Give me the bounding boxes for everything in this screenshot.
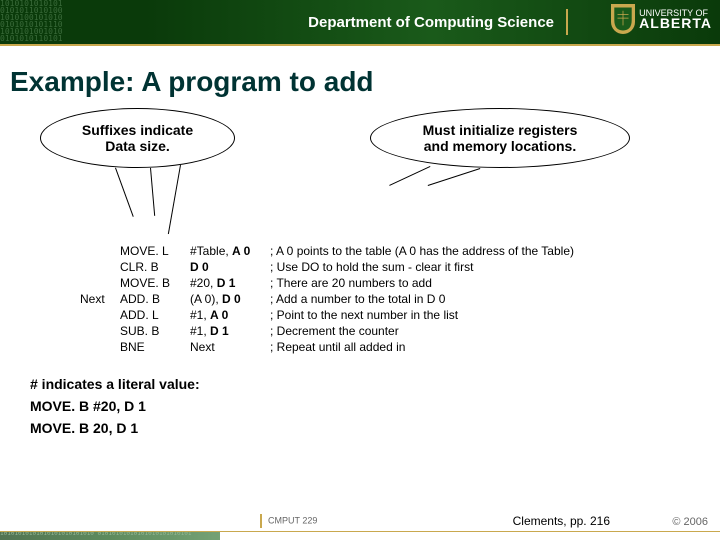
footer-citation: Clements, pp. 216 (513, 514, 610, 528)
code-row: MOVE. L#Table, A 0 ; A 0 points to the t… (80, 243, 580, 259)
slide-title: Example: A program to add (0, 46, 720, 108)
code-row: BNENext; Repeat until all added in (80, 339, 580, 355)
code-label (80, 339, 120, 355)
code-arg: #1, A 0 (190, 307, 270, 323)
footer-course: CMPUT 229 (260, 514, 317, 528)
code-op: MOVE. B (120, 275, 190, 291)
code-arg: Next (190, 339, 270, 355)
code-op: BNE (120, 339, 190, 355)
code-row: MOVE. B#20, D 1; There are 20 numbers to… (80, 275, 580, 291)
code-row: ADD. L#1, A 0; Point to the next number … (80, 307, 580, 323)
callout-suffixes-l1: Suffixes indicate (82, 122, 193, 138)
code-arg: (A 0), D 0 (190, 291, 270, 307)
code-label (80, 323, 120, 339)
code-comment: ; Decrement the counter (270, 323, 580, 339)
leader-line (168, 165, 181, 234)
slide-header: 1010101010101 0101011010100 101010010101… (0, 0, 720, 44)
code-arg: #20, D 1 (190, 275, 270, 291)
literal-l3: MOVE. B 20, D 1 (30, 417, 720, 439)
code-comment: ; Use DO to hold the sum - clear it firs… (270, 259, 580, 275)
slide-footer: 10101010101010101010101010 0101010101010… (0, 514, 720, 540)
leader-line (389, 166, 430, 186)
leader-line (428, 168, 481, 186)
code-op: SUB. B (120, 323, 190, 339)
code-label (80, 243, 120, 259)
code-comment: ; A 0 points to the table (A 0 has the a… (270, 243, 580, 259)
literal-l1: # indicates a literal value: (30, 373, 720, 395)
literal-note: # indicates a literal value: MOVE. B #20… (30, 373, 720, 439)
leader-line (115, 168, 134, 217)
footer-copyright: © 2006 (672, 516, 708, 528)
code-arg: #1, D 1 (190, 323, 270, 339)
callout-suffixes-l2: Data size. (105, 138, 170, 154)
header-divider (566, 9, 568, 35)
department-label: Department of Computing Science (308, 14, 554, 31)
code-label: Next (80, 291, 120, 307)
code-label (80, 259, 120, 275)
shield-icon (611, 4, 635, 34)
code-comment: ; Repeat until all added in (270, 339, 580, 355)
code-op: ADD. B (120, 291, 190, 307)
code-comment: ; Point to the next number in the list (270, 307, 580, 323)
code-op: CLR. B (120, 259, 190, 275)
code-comment: ; Add a number to the total in D 0 (270, 291, 580, 307)
code-row: NextADD. B(A 0), D 0; Add a number to th… (80, 291, 580, 307)
code-label (80, 307, 120, 323)
assembly-code: MOVE. L#Table, A 0 ; A 0 points to the t… (80, 243, 720, 355)
code-arg: #Table, A 0 (190, 243, 270, 259)
literal-l2: MOVE. B #20, D 1 (30, 395, 720, 417)
callout-area: Suffixes indicate Data size. Must initia… (0, 108, 720, 203)
code-arg: D 0 (190, 259, 270, 275)
code-row: CLR. BD 0; Use DO to hold the sum - clea… (80, 259, 580, 275)
university-name: UNIVERSITY OF ALBERTA (639, 8, 712, 30)
callout-initialize-l1: Must initialize registers (423, 122, 578, 138)
callout-initialize-l2: and memory locations. (424, 138, 576, 154)
code-op: MOVE. L (120, 243, 190, 259)
callout-initialize: Must initialize registers and memory loc… (370, 108, 630, 168)
course-code: CMPUT 229 (268, 515, 317, 525)
footer-binary-decoration: 10101010101010101010101010 0101010101010… (0, 532, 220, 540)
code-op: ADD. L (120, 307, 190, 323)
callout-suffixes: Suffixes indicate Data size. (40, 108, 235, 168)
binary-decoration: 1010101010101 0101011010100 101010010101… (0, 0, 200, 44)
university-big: ALBERTA (639, 15, 712, 31)
leader-line (150, 168, 155, 216)
code-row: SUB. B#1, D 1; Decrement the counter (80, 323, 580, 339)
code-table: MOVE. L#Table, A 0 ; A 0 points to the t… (80, 243, 580, 355)
code-label (80, 275, 120, 291)
university-logo: UNIVERSITY OF ALBERTA (611, 4, 712, 34)
footer-divider (260, 514, 262, 528)
code-comment: ; There are 20 numbers to add (270, 275, 580, 291)
